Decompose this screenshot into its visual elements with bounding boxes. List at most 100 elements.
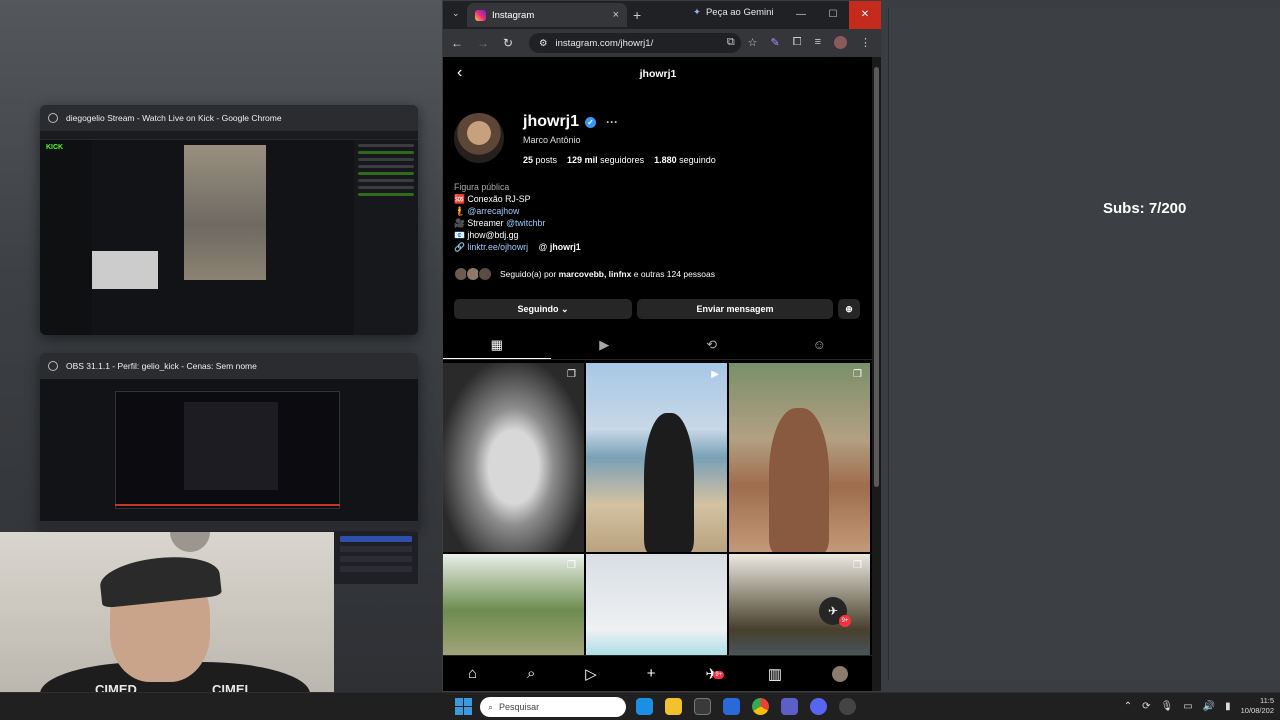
posts-grid: ❐ ▶ ❐ ❐ ❐: [443, 363, 873, 691]
tagged-icon[interactable]: ☺: [766, 332, 874, 359]
instagram-page: ‹ jhowrj1 jhowrj1 ✓ ··· Marco Antônio 25…: [443, 57, 873, 691]
install-app-icon[interactable]: ⧉: [727, 36, 735, 49]
subs-counter: Subs: 7/200: [1103, 200, 1187, 217]
direct-icon[interactable]: ✈ 9+: [705, 665, 725, 683]
site-info-icon[interactable]: ⚙: [539, 38, 548, 49]
add-person-icon[interactable]: ⊕: [838, 299, 860, 319]
reload-icon[interactable]: ↻: [503, 36, 513, 50]
file-explorer-icon[interactable]: [665, 698, 682, 715]
grid-icon[interactable]: ▦: [443, 332, 551, 359]
post-thumbnail[interactable]: ❐: [729, 363, 870, 552]
close-tab-icon[interactable]: ×: [613, 9, 619, 21]
dashboard-icon[interactable]: ▥: [768, 665, 782, 683]
discord-icon[interactable]: [810, 698, 827, 715]
obs-preview-canvas: [115, 391, 340, 509]
instagram-header: ‹ jhowrj1: [443, 57, 873, 91]
profile-username: jhowrj1 ✓ ···: [523, 113, 618, 131]
outlook-icon[interactable]: [723, 698, 740, 715]
microphone-icon[interactable]: 🎙: [1161, 701, 1174, 712]
media-icon[interactable]: ≡: [815, 36, 821, 49]
messages-fab[interactable]: ✈ 9+: [819, 597, 851, 627]
search-icon: ⌕: [488, 701, 494, 712]
forward-icon[interactable]: →: [477, 36, 489, 50]
maximize-icon[interactable]: ☐: [817, 1, 849, 29]
network-icon[interactable]: ▭: [1183, 701, 1192, 712]
post-thumbnail[interactable]: ▶: [586, 363, 727, 552]
explore-reels-icon[interactable]: ▷: [585, 665, 597, 683]
menu-icon[interactable]: ⋮: [860, 36, 871, 49]
obs-control-button[interactable]: [340, 536, 412, 542]
obs-window-preview: [40, 379, 418, 531]
chat-line: [358, 151, 414, 154]
taskbar-apps: [636, 698, 856, 715]
minimize-icon[interactable]: —: [785, 1, 817, 29]
kick-window-title: diegogelio Stream - Watch Live on Kick -…: [66, 113, 282, 123]
tab-instagram[interactable]: Instagram ×: [467, 3, 627, 27]
person-figure: [644, 413, 694, 552]
home-icon[interactable]: ⌂: [468, 665, 477, 682]
threads-link[interactable]: jhowrj1: [550, 242, 581, 252]
pen-extension-icon[interactable]: ✎: [771, 36, 780, 49]
obs-control-button[interactable]: [340, 566, 412, 572]
tab-strip: ⌄ Instagram × + ✦ Peça ao Gemini — ☐ ✕: [443, 1, 881, 29]
kick-window-thumbnail[interactable]: diegogelio Stream - Watch Live on Kick -…: [40, 105, 418, 335]
store-icon[interactable]: [694, 698, 711, 715]
volume-icon[interactable]: 🔊: [1203, 701, 1215, 712]
bio-mention[interactable]: @arrecajhow: [467, 206, 519, 216]
scrollbar[interactable]: [872, 57, 881, 691]
new-tab-button[interactable]: +: [633, 7, 641, 23]
more-options-icon[interactable]: ···: [606, 115, 618, 129]
kick-chat: [354, 140, 418, 335]
followers-count[interactable]: 129 mil seguidores: [567, 155, 644, 165]
sync-icon[interactable]: ⟳: [1142, 701, 1150, 712]
my-profile-avatar[interactable]: [832, 665, 849, 682]
profile-bio: Figura pública 🆘 Conexão RJ-SP 🧜 @arreca…: [454, 181, 581, 253]
post-thumbnail[interactable]: ❐: [443, 363, 584, 552]
repost-icon[interactable]: ⟲: [658, 332, 766, 359]
tray-overflow-icon[interactable]: ⌃: [1124, 701, 1132, 712]
gemini-button[interactable]: ✦ Peça ao Gemini: [693, 7, 774, 18]
reels-icon[interactable]: ▶: [551, 332, 659, 359]
obs-window-thumbnail[interactable]: OBS 31.1.1 - Perfil: gelio_kick - Cenas:…: [40, 353, 418, 531]
back-icon[interactable]: ←: [451, 36, 463, 50]
windows-start-icon[interactable]: [455, 698, 472, 715]
clock[interactable]: 11:5 10/08/202: [1241, 696, 1274, 716]
search-placeholder: Pesquisar: [499, 702, 540, 712]
bio-links: 🔗 linktr.ee/ojhowrj @ jhowrj1: [454, 241, 581, 253]
chat-line: [358, 186, 414, 189]
taskbar-search[interactable]: ⌕ Pesquisar: [480, 697, 626, 717]
send-message-button[interactable]: Enviar mensagem: [637, 299, 833, 319]
address-bar[interactable]: ⚙ instagram.com/jhowrj1/: [529, 33, 741, 53]
bio-line: 🧜 @arrecajhow: [454, 206, 520, 216]
carousel-icon: ❐: [853, 560, 862, 571]
linktree-link[interactable]: linktr.ee/ojhowrj: [467, 242, 528, 252]
obs-control-button[interactable]: [340, 556, 412, 562]
tab-search-icon[interactable]: ⌄: [452, 8, 460, 19]
nav-badge: 9+: [713, 670, 725, 679]
close-window-icon[interactable]: ✕: [849, 1, 881, 29]
obs-icon[interactable]: [839, 698, 856, 715]
arrow-left-icon[interactable]: ‹: [457, 64, 462, 82]
edge-icon[interactable]: [636, 698, 653, 715]
url-text: instagram.com/jhowrj1/: [555, 37, 654, 49]
followed-by[interactable]: Seguido(a) por marcovebb, linfnx e outra…: [454, 267, 715, 281]
chat-line: [358, 172, 414, 175]
following-count[interactable]: 1.880 seguindo: [654, 155, 716, 165]
kick-window-preview: KICK: [40, 131, 418, 335]
following-button[interactable]: Seguindo ⌄: [454, 299, 632, 319]
chat-line: [358, 179, 414, 182]
chrome-icon[interactable]: [752, 698, 769, 715]
search-icon[interactable]: ⌕: [527, 665, 535, 682]
obs-control-button[interactable]: [340, 546, 412, 552]
extensions-icon[interactable]: ⧠: [793, 36, 802, 49]
profile-picture[interactable]: [454, 113, 504, 163]
create-icon[interactable]: +: [647, 665, 656, 682]
bookmark-star-icon[interactable]: ☆: [748, 36, 758, 49]
profile-avatar-icon[interactable]: [834, 36, 847, 49]
chrome-icon: [48, 113, 58, 123]
link-icon: 🔗: [454, 242, 465, 252]
scrollbar-thumb[interactable]: [874, 67, 879, 487]
bio-mention[interactable]: @twitchbr: [506, 218, 545, 228]
battery-icon[interactable]: ▮: [1225, 701, 1231, 712]
teams-icon[interactable]: [781, 698, 798, 715]
